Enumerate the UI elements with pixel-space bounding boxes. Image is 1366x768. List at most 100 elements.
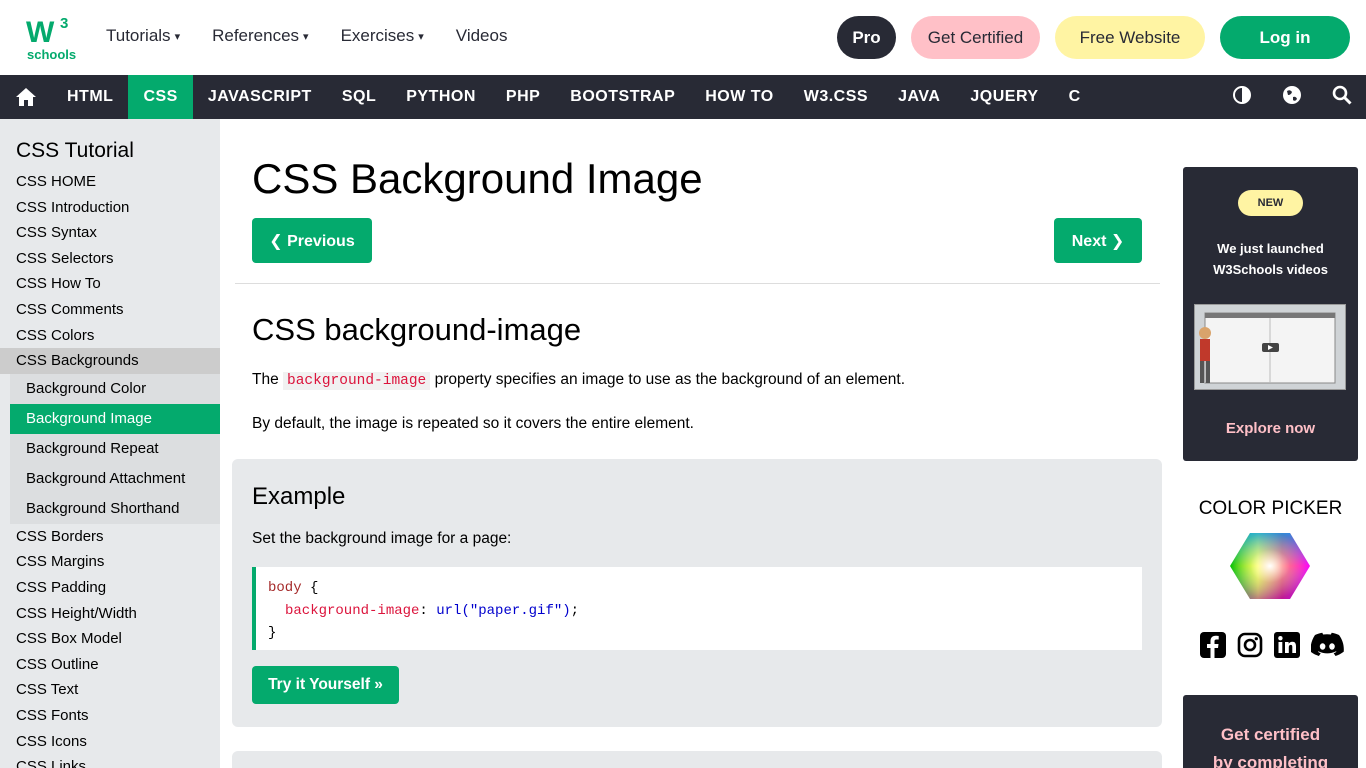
sidebar-item-css-text[interactable]: CSS Text xyxy=(0,677,220,703)
pro-button[interactable]: Pro xyxy=(837,16,896,59)
facebook-icon[interactable] xyxy=(1200,632,1226,658)
sidebar-item-css-links[interactable]: CSS Links xyxy=(0,754,220,768)
sidebar-item-css-fonts[interactable]: CSS Fonts xyxy=(0,703,220,729)
sidebar-item-css-margins[interactable]: CSS Margins xyxy=(0,549,220,575)
nav-label: Exercises xyxy=(340,26,415,45)
video-thumbnail xyxy=(1194,304,1346,390)
free-website-button[interactable]: Free Website xyxy=(1055,16,1205,59)
intro-paragraph: The background-image property specifies … xyxy=(252,371,906,390)
color-picker-title: COLOR PICKER xyxy=(1198,498,1343,519)
try-it-yourself-button[interactable]: Try it Yourself » xyxy=(252,666,399,704)
next-example-box xyxy=(232,751,1162,768)
lang-sql[interactable]: SQL xyxy=(327,75,391,119)
sidebar-item-css-selectors[interactable]: CSS Selectors xyxy=(0,246,220,272)
instagram-icon[interactable] xyxy=(1237,632,1263,658)
sidebar-item-css-borders[interactable]: CSS Borders xyxy=(0,524,220,550)
w3schools-logo[interactable]: W 3 schools xyxy=(24,14,78,62)
divider xyxy=(235,283,1160,284)
lang-c[interactable]: C xyxy=(1054,75,1096,119)
inline-code: background-image xyxy=(283,372,431,390)
sidebar-subgroup-backgrounds: Background Color Background Image Backgr… xyxy=(10,373,220,524)
sidebar-item-css-box-model[interactable]: CSS Box Model xyxy=(0,626,220,652)
sidebar-item-css-height-width[interactable]: CSS Height/Width xyxy=(0,601,220,627)
sidebar: CSS Tutorial CSS HOME CSS Introduction C… xyxy=(0,119,220,768)
lang-howto[interactable]: HOW TO xyxy=(690,75,788,119)
default-paragraph: By default, the image is repeated so it … xyxy=(252,415,694,432)
lang-css[interactable]: CSS xyxy=(128,75,193,119)
intro-text-before: The xyxy=(252,371,279,388)
code-line-1: body { xyxy=(268,577,1130,600)
discord-icon[interactable] xyxy=(1310,632,1344,658)
promo-line-2: W3Schools videos xyxy=(1213,262,1328,277)
nav-exercises[interactable]: Exercises ▾ xyxy=(341,26,424,46)
social-links xyxy=(1200,632,1344,658)
intro-text-after: property specifies an image to use as th… xyxy=(434,371,906,388)
nav-label: Tutorials xyxy=(106,26,171,45)
caret-down-icon: ▾ xyxy=(303,30,309,43)
lang-bootstrap[interactable]: BOOTSTRAP xyxy=(555,75,690,119)
globe-icon[interactable] xyxy=(1282,85,1302,110)
sidebar-item-css-comments[interactable]: CSS Comments xyxy=(0,297,220,323)
home-icon[interactable] xyxy=(0,75,52,119)
nav-videos[interactable]: Videos xyxy=(456,26,508,46)
code-line-3: } xyxy=(268,622,1130,645)
color-picker-hexagon-icon[interactable] xyxy=(1230,531,1310,606)
promo-line-1: We just launched xyxy=(1217,241,1324,256)
lang-php[interactable]: PHP xyxy=(491,75,555,119)
lang-javascript[interactable]: JAVASCRIPT xyxy=(193,75,327,119)
sidebar-item-css-home[interactable]: CSS HOME xyxy=(0,169,220,195)
sidebar-subitem-background-attachment[interactable]: Background Attachment xyxy=(10,464,220,494)
sidebar-item-css-icons[interactable]: CSS Icons xyxy=(0,729,220,755)
promo-text: We just launched W3Schools videos xyxy=(1183,238,1358,280)
example-box: Example Set the background image for a p… xyxy=(232,459,1162,727)
nav-label: References xyxy=(212,26,300,45)
get-certified-promo[interactable]: Get certified by completing xyxy=(1183,695,1358,768)
nav-tutorials[interactable]: Tutorials ▾ xyxy=(106,26,180,46)
login-button[interactable]: Log in xyxy=(1220,16,1350,59)
code-close-brace: } xyxy=(268,625,277,641)
svg-text:W: W xyxy=(26,16,55,49)
sidebar-subitem-background-shorthand[interactable]: Background Shorthand xyxy=(10,494,220,524)
caret-down-icon: ▾ xyxy=(418,30,424,43)
sidebar-item-css-padding[interactable]: CSS Padding xyxy=(0,575,220,601)
cert-line-1: Get certified xyxy=(1220,725,1321,744)
lang-w3css[interactable]: W3.CSS xyxy=(789,75,883,119)
sidebar-subitem-background-color[interactable]: Background Color xyxy=(10,374,220,404)
sidebar-item-css-how-to[interactable]: CSS How To xyxy=(0,271,220,297)
sidebar-item-css-outline[interactable]: CSS Outline xyxy=(0,652,220,678)
sidebar-item-css-backgrounds[interactable]: CSS Backgrounds xyxy=(0,348,220,374)
nav-references[interactable]: References ▾ xyxy=(212,26,308,46)
cert-promo-text: Get certified by completing xyxy=(1183,721,1358,768)
lang-java[interactable]: JAVA xyxy=(883,75,955,119)
next-button[interactable]: Next ❯ xyxy=(1054,218,1142,263)
previous-button[interactable]: ❮ Previous xyxy=(252,218,372,263)
contrast-icon[interactable] xyxy=(1232,85,1252,110)
sidebar-subitem-background-image[interactable]: Background Image xyxy=(10,403,220,434)
explore-now-link[interactable]: Explore now xyxy=(1183,420,1358,437)
cert-line-2: by completing xyxy=(1212,753,1329,768)
lang-python[interactable]: PYTHON xyxy=(391,75,491,119)
search-icon[interactable] xyxy=(1332,85,1352,110)
lang-jquery[interactable]: JQUERY xyxy=(955,75,1053,119)
sidebar-item-css-colors[interactable]: CSS Colors xyxy=(0,323,220,349)
page-title: CSS Background Image xyxy=(252,155,703,202)
section-title: CSS background-image xyxy=(252,312,582,347)
sidebar-item-css-syntax[interactable]: CSS Syntax xyxy=(0,220,220,246)
sidebar-item-css-introduction[interactable]: CSS Introduction xyxy=(0,195,220,221)
linkedin-icon[interactable] xyxy=(1274,632,1300,658)
example-heading: Example xyxy=(252,483,346,510)
nav-right-icons xyxy=(1232,75,1352,119)
logo-superscript: 3 xyxy=(60,15,68,32)
code-semicolon: ; xyxy=(570,602,580,619)
videos-promo[interactable]: NEW We just launched W3Schools videos Ex… xyxy=(1183,167,1358,461)
code-property: background-image xyxy=(285,602,420,619)
language-nav: HTML CSS JAVASCRIPT SQL PYTHON PHP BOOTS… xyxy=(0,75,1366,119)
nav-label: Videos xyxy=(455,26,508,45)
right-column: NEW We just launched W3Schools videos Ex… xyxy=(1175,119,1366,768)
code-line-2: background-image: url("paper.gif"); xyxy=(268,600,1130,623)
sidebar-title: CSS Tutorial xyxy=(16,139,134,162)
get-certified-button[interactable]: Get Certified xyxy=(911,16,1040,59)
main-content: CSS Background Image ❮ Previous Next ❯ C… xyxy=(220,119,1175,768)
lang-html[interactable]: HTML xyxy=(52,75,128,119)
sidebar-subitem-background-repeat[interactable]: Background Repeat xyxy=(10,434,220,464)
